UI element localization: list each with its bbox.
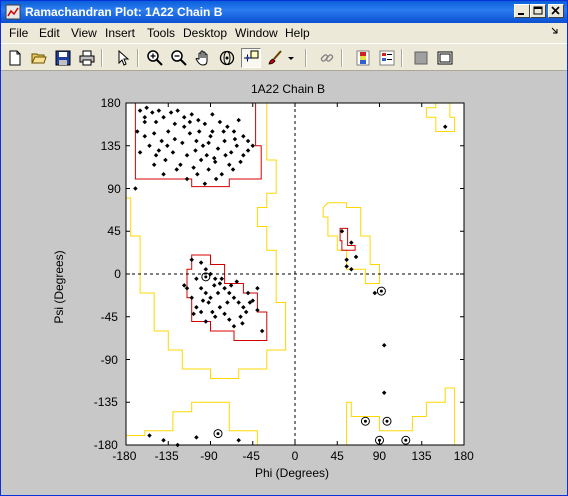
toolbar-separator: [101, 49, 103, 67]
minimize-icon: [518, 13, 524, 15]
close-icon: [551, 6, 560, 15]
y-tick-label: -180: [93, 438, 118, 452]
link-icon: [320, 54, 334, 62]
maximize-icon: [533, 6, 543, 15]
y-tick-label: 45: [107, 224, 121, 239]
brush-button[interactable]: [265, 48, 285, 68]
glycine-ring-center: [216, 432, 220, 436]
legend-button[interactable]: [377, 48, 397, 68]
hide-plot-tools-icon: [414, 51, 428, 65]
brush-icon: [268, 50, 282, 65]
save-button[interactable]: [53, 48, 73, 68]
save-icon: [55, 50, 71, 66]
brush-options-dropdown[interactable]: [285, 48, 297, 68]
show-plot-tools-button[interactable]: [435, 48, 455, 68]
dropdown-arrow-icon: [288, 57, 294, 60]
rotate-3d-icon: [219, 50, 235, 66]
y-tick-label: 135: [100, 138, 121, 153]
zoom-out-icon: [171, 50, 187, 66]
menu-bar: File Edit View Insert Tools Desktop Wind…: [1, 23, 567, 43]
pan-button[interactable]: [193, 48, 213, 68]
menu-view[interactable]: View: [71, 26, 97, 40]
figure-canvas: 1A22 Chain B Phi (Degrees) Psi (Degrees)…: [1, 71, 567, 495]
zoom-in-icon: [147, 50, 163, 66]
zoom-in-button[interactable]: [145, 48, 165, 68]
colorbar-button[interactable]: [353, 48, 373, 68]
menu-desktop[interactable]: Desktop: [183, 26, 227, 40]
y-tick-label: 0: [114, 267, 121, 281]
matlab-figure-icon: [5, 4, 21, 20]
toolbar-separator: [341, 49, 343, 67]
hide-plot-tools-button[interactable]: [411, 48, 431, 68]
x-tick-label: -45: [242, 449, 260, 463]
toolbar-separator: [137, 49, 139, 67]
glycine-ring-center: [385, 419, 389, 423]
y-tick-label: 180: [100, 96, 121, 110]
toolbar-separator: [305, 49, 307, 67]
menu-tools[interactable]: Tools: [147, 26, 175, 40]
window-title: Ramachandran Plot: 1A22 Chain B: [25, 5, 223, 19]
x-tick-label: 90: [372, 449, 387, 463]
glycine-ring-center: [363, 419, 367, 423]
new-figure-icon: [9, 50, 21, 66]
maximize-button[interactable]: [530, 4, 546, 18]
open-button[interactable]: [29, 48, 49, 68]
ramachandran-plot[interactable]: [1, 71, 567, 495]
pan-hand-icon: [195, 50, 208, 66]
minimize-button[interactable]: [514, 4, 530, 18]
link-button[interactable]: [317, 48, 337, 68]
figure-toolbar: [1, 43, 567, 71]
new-figure-button[interactable]: [5, 48, 25, 68]
x-axis-label: Phi (Degrees): [255, 466, 330, 480]
y-tick-label: 90: [107, 181, 121, 196]
x-tick-label: 135: [411, 449, 432, 463]
menu-file[interactable]: File: [9, 26, 28, 40]
x-tick-label: 180: [453, 449, 474, 463]
data-cursor-button[interactable]: [241, 48, 261, 68]
y-tick-label: -45: [100, 309, 118, 324]
x-tick-label: -135: [154, 449, 179, 463]
y-tick-label: -90: [100, 352, 118, 367]
x-tick-label: 45: [330, 449, 344, 463]
print-button[interactable]: [77, 48, 97, 68]
dock-arrow-icon[interactable]: [551, 27, 559, 35]
show-plot-tools-icon: [437, 51, 453, 65]
rotate-3d-button[interactable]: [217, 48, 237, 68]
select-arrow-icon: [118, 50, 130, 66]
figure-window: Ramachandran Plot: 1A22 Chain B File Edi…: [0, 0, 568, 496]
menu-insert[interactable]: Insert: [105, 26, 135, 40]
y-axis-label: Psi (Degrees): [52, 250, 66, 324]
x-tick-label: -90: [200, 449, 218, 463]
y-tick-label: -135: [93, 395, 118, 410]
open-folder-icon: [31, 53, 47, 64]
menu-edit[interactable]: Edit: [39, 26, 60, 40]
glycine-ring-center: [204, 275, 208, 279]
close-button[interactable]: [548, 4, 564, 18]
glycine-ring-center: [404, 438, 408, 442]
toolbar-separator: [401, 49, 403, 67]
menu-help[interactable]: Help: [285, 26, 310, 40]
x-tick-label: 0: [291, 449, 299, 463]
select-button[interactable]: [113, 48, 133, 68]
title-bar[interactable]: Ramachandran Plot: 1A22 Chain B: [1, 1, 567, 23]
print-icon: [79, 50, 95, 66]
menu-window[interactable]: Window: [235, 26, 278, 40]
legend-icon: [379, 50, 395, 66]
glycine-ring-center: [379, 289, 383, 293]
zoom-out-button[interactable]: [169, 48, 189, 68]
data-cursor-icon: [244, 50, 259, 62]
colorbar-icon: [356, 50, 370, 66]
